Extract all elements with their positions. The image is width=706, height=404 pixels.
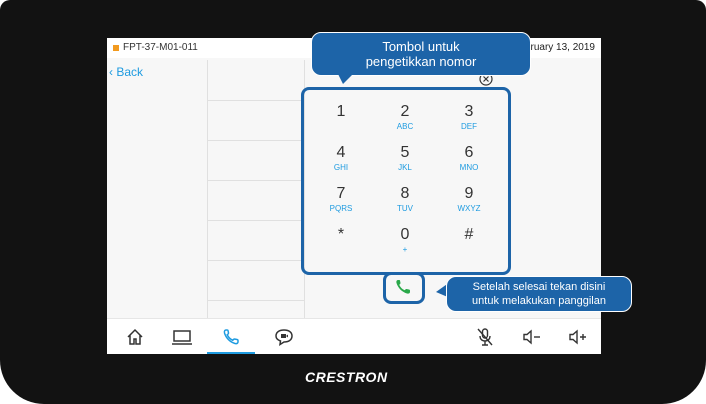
device-bezel: FPT-37-M01-011 ruary 13, 2019 ‹ Back 1 2…	[0, 0, 706, 404]
home-icon	[127, 328, 143, 345]
back-button[interactable]: ‹ Back	[109, 65, 143, 79]
room-name: FPT-37-M01-011	[123, 42, 198, 53]
volume-down-icon	[523, 329, 540, 345]
phone-icon	[223, 329, 239, 345]
room-status-dot	[113, 45, 119, 51]
contact-list-panel	[207, 60, 305, 318]
mic-mute-button[interactable]	[461, 319, 509, 354]
list-divider	[208, 180, 304, 181]
date-display: ruary 13, 2019	[530, 42, 596, 53]
keypad-highlight-frame	[301, 87, 511, 275]
keypad-callout-line1: Tombol untuk	[382, 39, 460, 54]
keypad-callout-line2: pengetikkan nomor	[365, 54, 477, 69]
list-divider	[208, 220, 304, 221]
video-call-icon	[275, 329, 293, 346]
list-divider	[208, 300, 304, 301]
nav-laptop-button[interactable]	[157, 319, 205, 354]
list-divider	[208, 260, 304, 261]
active-tab-indicator	[207, 352, 255, 354]
volume-up-icon	[569, 329, 586, 345]
volume-up-button[interactable]	[553, 319, 601, 354]
chevron-left-icon: ‹	[109, 65, 113, 79]
nav-home-button[interactable]	[111, 319, 159, 354]
call-callout: Setelah selesai tekan disini untuk melak…	[446, 276, 632, 312]
keypad-callout: Tombol untuk pengetikkan nomor	[311, 32, 531, 76]
bottom-nav-bar	[107, 318, 601, 354]
list-divider	[208, 100, 304, 101]
list-divider	[208, 140, 304, 141]
call-button-highlight-frame	[383, 272, 425, 304]
back-label: Back	[116, 65, 144, 79]
nav-phone-button[interactable]	[207, 319, 255, 354]
mic-muted-icon	[477, 328, 493, 346]
callout-pointer	[337, 72, 355, 84]
volume-down-button[interactable]	[507, 319, 555, 354]
crestron-logo: CRESTRON	[305, 369, 388, 385]
laptop-icon	[172, 330, 192, 345]
nav-video-call-button[interactable]	[259, 319, 307, 354]
call-callout-line2: untuk melakukan panggilan	[472, 295, 606, 307]
call-callout-line1: Setelah selesai tekan disini	[472, 281, 606, 293]
